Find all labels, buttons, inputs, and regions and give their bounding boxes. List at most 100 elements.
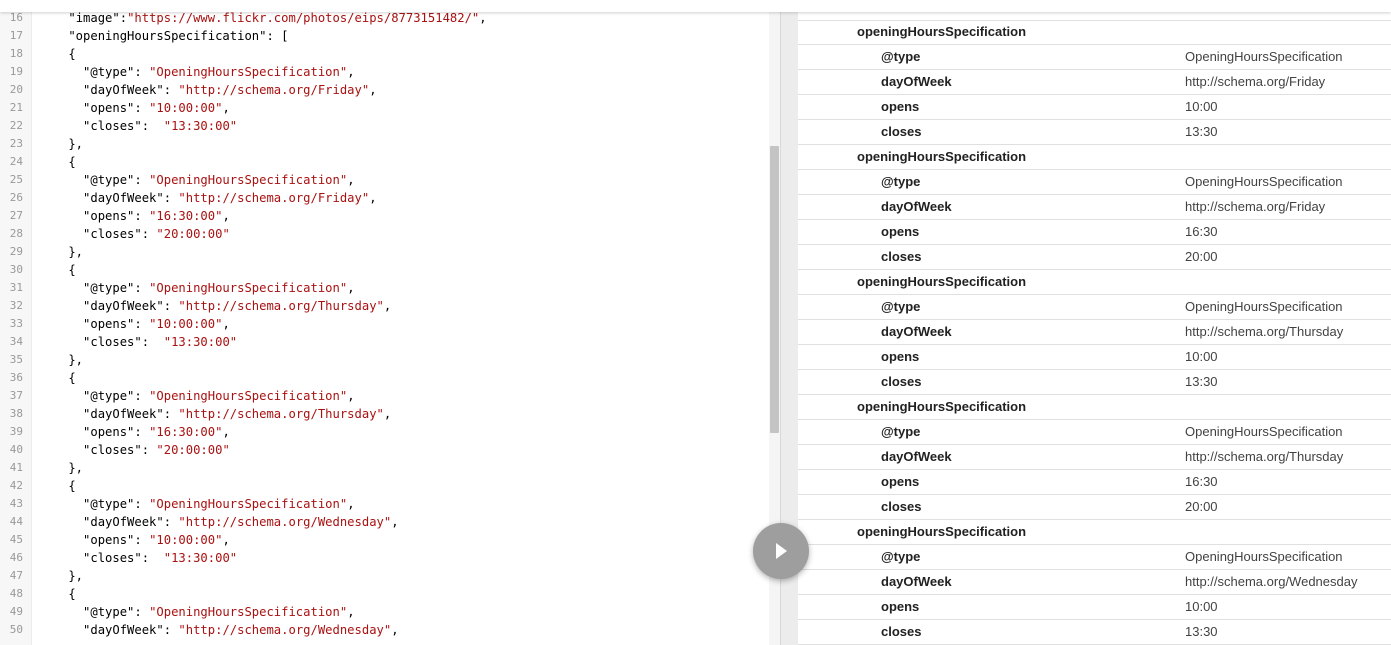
code-line[interactable]: 25 "@type": "OpeningHoursSpecification", [0, 171, 770, 189]
code-token: , [222, 533, 230, 547]
code-line[interactable]: 18 { [0, 45, 770, 63]
code-text: "@type": "OpeningHoursSpecification", [39, 387, 355, 405]
code-token: }, [39, 245, 84, 259]
code-line[interactable]: 31 "@type": "OpeningHoursSpecification", [0, 279, 770, 297]
property-value: http://schema.org/Wednesday [1185, 574, 1358, 589]
code-line[interactable]: 34 "closes": "13:30:00" [0, 333, 770, 351]
code-token: "opens": [39, 101, 150, 115]
code-line[interactable]: 21 "opens": "10:00:00", [0, 99, 770, 117]
code-line[interactable]: 39 "opens": "16:30:00", [0, 423, 770, 441]
code-line[interactable]: 49 "@type": "OpeningHoursSpecification", [0, 603, 770, 621]
code-text: "closes": "13:30:00" [39, 117, 237, 135]
property-row: closes 13:30 [798, 620, 1391, 645]
result-group-header[interactable]: openingHoursSpecification [798, 520, 1391, 545]
property-name: dayOfWeek [881, 574, 952, 589]
result-group-header[interactable]: openingHoursSpecification [798, 20, 1391, 45]
property-row: closes 13:30 [798, 120, 1391, 145]
code-line[interactable]: 44 "dayOfWeek": "http://schema.org/Wedne… [0, 513, 770, 531]
code-token: "closes": [39, 443, 157, 457]
code-token: { [39, 587, 76, 601]
code-line[interactable]: 24 { [0, 153, 770, 171]
property-name: opens [881, 224, 920, 239]
editor-scrollbar-thumb[interactable] [770, 146, 779, 433]
property-name: @type [881, 424, 921, 439]
property-name: dayOfWeek [881, 449, 952, 464]
code-line[interactable]: 47 }, [0, 567, 770, 585]
result-group-header[interactable]: openingHoursSpecification [798, 270, 1391, 295]
code-text: "opens": "16:30:00", [39, 207, 230, 225]
code-line[interactable]: 22 "closes": "13:30:00" [0, 117, 770, 135]
code-line[interactable]: 19 "@type": "OpeningHoursSpecification", [0, 63, 770, 81]
property-name: @type [881, 299, 921, 314]
property-name: closes [881, 374, 922, 389]
string-token: "http://schema.org/Wednesday" [178, 623, 392, 637]
property-name: dayOfWeek [881, 74, 952, 89]
code-token: , [222, 209, 230, 223]
code-token: "dayOfWeek": [39, 191, 179, 205]
code-text: "closes": "13:30:00" [39, 549, 237, 567]
code-text: "@type": "OpeningHoursSpecification", [39, 171, 355, 189]
result-group-header[interactable]: openingHoursSpecification [798, 395, 1391, 420]
code-token: "opens": [39, 317, 150, 331]
property-row: dayOfWeek http://schema.org/Friday [798, 195, 1391, 220]
code-line[interactable]: 30 { [0, 261, 770, 279]
code-token: "closes": [39, 335, 164, 349]
code-line[interactable]: 36 { [0, 369, 770, 387]
code-line[interactable]: 26 "dayOfWeek": "http://schema.org/Frida… [0, 189, 770, 207]
code-token: ": [112, 11, 128, 25]
code-line[interactable]: 35 }, [0, 351, 770, 369]
property-value: http://schema.org/Friday [1185, 199, 1326, 214]
code-token: "@type": [39, 65, 150, 79]
line-number: 28 [9, 227, 23, 240]
run-test-button[interactable] [753, 523, 809, 579]
code-line[interactable]: 29 }, [0, 243, 770, 261]
code-line[interactable]: 46 "closes": "13:30:00" [0, 549, 770, 567]
code-token: , [347, 65, 355, 79]
code-line[interactable]: 41 }, [0, 459, 770, 477]
line-number: 23 [9, 137, 23, 150]
group-name: openingHoursSpecification [857, 399, 1027, 414]
line-number: 44 [9, 515, 23, 528]
code-content[interactable]: 16 "image":"https://www.flickr.com/photo… [0, 9, 770, 639]
property-row: opens 16:30 [798, 220, 1391, 245]
code-line[interactable]: 48 { [0, 585, 770, 603]
property-row: dayOfWeek http://schema.org/Wednesday [798, 570, 1391, 595]
code-editor[interactable]: 16 "image":"https://www.flickr.com/photo… [0, 0, 781, 645]
property-row: @type OpeningHoursSpecification [798, 420, 1391, 445]
code-line[interactable]: 23 }, [0, 135, 770, 153]
property-row: dayOfWeek http://schema.org/Thursday [798, 320, 1391, 345]
string-token: "20:00:00" [156, 443, 230, 457]
code-text: "opens": "10:00:00", [39, 315, 230, 333]
code-line[interactable]: 17 "openingHoursSpecification": [ [0, 27, 770, 45]
code-text: "dayOfWeek": "http://schema.org/Friday", [39, 81, 377, 99]
property-value: http://schema.org/Thursday [1185, 324, 1344, 339]
property-value: http://schema.org/Thursday [1185, 449, 1344, 464]
code-line[interactable]: 33 "opens": "10:00:00", [0, 315, 770, 333]
code-line[interactable]: 37 "@type": "OpeningHoursSpecification", [0, 387, 770, 405]
string-token: "OpeningHoursSpecification" [149, 65, 348, 79]
code-line[interactable]: 32 "dayOfWeek": "http://schema.org/Thurs… [0, 297, 770, 315]
code-line[interactable]: 38 "dayOfWeek": "http://schema.org/Thurs… [0, 405, 770, 423]
code-line[interactable]: 50 "dayOfWeek": "http://schema.org/Wedne… [0, 621, 770, 639]
code-line[interactable]: 27 "opens": "16:30:00", [0, 207, 770, 225]
code-line[interactable]: 40 "closes": "20:00:00" [0, 441, 770, 459]
code-line[interactable]: 28 "closes": "20:00:00" [0, 225, 770, 243]
code-token: "opens": [39, 533, 150, 547]
code-token: { [39, 155, 76, 169]
property-name: closes [881, 499, 922, 514]
code-line[interactable]: 43 "@type": "OpeningHoursSpecification", [0, 495, 770, 513]
line-number: 42 [9, 479, 23, 492]
code-line[interactable]: 45 "opens": "10:00:00", [0, 531, 770, 549]
code-line[interactable]: 20 "dayOfWeek": "http://schema.org/Frida… [0, 81, 770, 99]
code-text: }, [39, 135, 83, 153]
property-row: closes 20:00 [798, 245, 1391, 270]
code-text: }, [39, 243, 83, 261]
result-group-header[interactable]: openingHoursSpecification [798, 145, 1391, 170]
property-row: opens 10:00 [798, 95, 1391, 120]
property-name: @type [881, 549, 921, 564]
line-number: 30 [9, 263, 23, 276]
code-line[interactable]: 42 { [0, 477, 770, 495]
code-text: { [39, 369, 75, 387]
code-token: , [369, 83, 377, 97]
string-token: "13:30:00" [163, 119, 238, 133]
